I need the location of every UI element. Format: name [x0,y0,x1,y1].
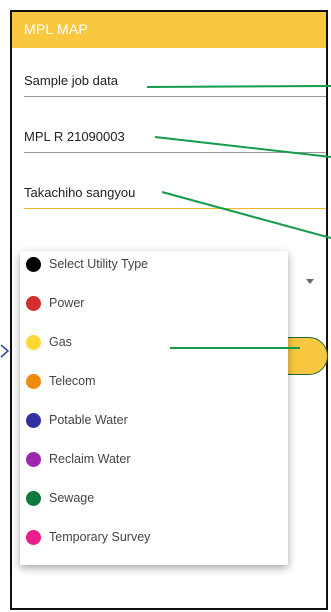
company-underline [24,207,326,209]
menu-item-label: Reclaim Water [49,452,131,466]
job-name-field[interactable]: Sample job data [24,73,326,97]
menu-item-temporary-survey[interactable]: Temporary Survey [20,527,288,547]
app-title: MPL MAP [24,21,88,37]
dropdown-caret-icon[interactable] [306,279,314,284]
menu-item-reclaim-water[interactable]: Reclaim Water [20,449,288,469]
menu-item-label: Temporary Survey [49,530,151,544]
job-name-underline [24,96,326,97]
black-dot-icon [26,257,41,272]
menu-item-potable-water[interactable]: Potable Water [20,410,288,430]
menu-item-gas[interactable]: Gas [20,332,288,352]
menu-item-label: Telecom [49,374,96,388]
menu-item-select-utility-type[interactable]: Select Utility Type [20,254,288,274]
menu-item-sewage[interactable]: Sewage [20,488,288,508]
purple-dot-icon [26,452,41,467]
menu-item-label: Sewage [49,491,95,505]
yellow-dot-icon [26,335,41,350]
menu-item-label: Potable Water [49,413,128,427]
pink-dot-icon [26,530,41,545]
job-name-value: Sample job data [24,73,118,88]
app-bar: MPL MAP [12,12,326,48]
menu-item-label: Select Utility Type [49,257,149,271]
menu-item-telecom[interactable]: Telecom [20,371,288,391]
green-dot-icon [26,491,41,506]
menu-item-label: Power [49,296,85,310]
job-number-value: MPL R 21090003 [24,129,125,144]
job-number-field[interactable]: MPL R 21090003 [24,129,326,153]
left-arrow-icon [0,344,10,358]
company-value: Takachiho sangyou [24,185,136,200]
orange-dot-icon [26,374,41,389]
blue-dot-icon [26,413,41,428]
menu-item-label: Gas [49,335,72,349]
job-number-underline [24,152,326,153]
red-dot-icon [26,296,41,311]
menu-item-power[interactable]: Power [20,293,288,313]
company-field[interactable]: Takachiho sangyou [24,185,326,209]
utility-type-menu: Select Utility Type Power Gas Telecom Po… [20,251,288,565]
